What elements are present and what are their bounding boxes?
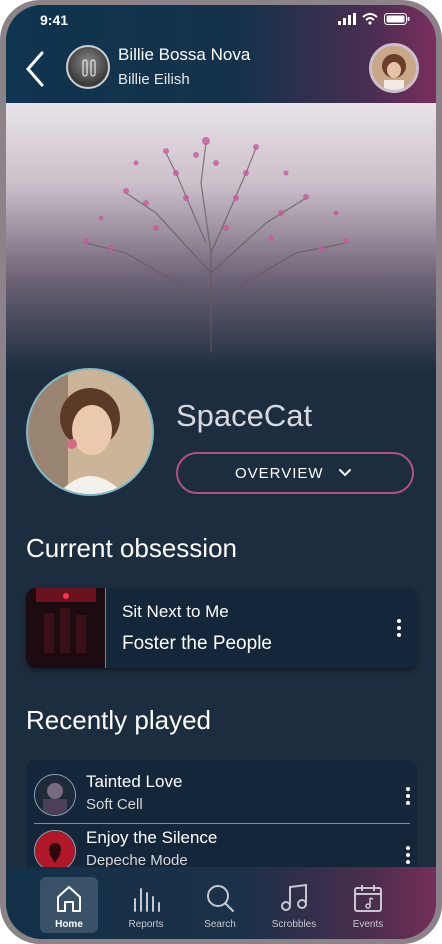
phone-frame: 9:41 Billie Bossa Nova Billie Eilish Spa… [0,0,442,944]
search-icon [207,885,234,912]
list-item[interactable]: Tainted Love Soft Cell [26,768,417,818]
pause-icon [82,59,96,77]
chevron-down-icon [339,469,351,477]
recently-played-list: Tainted Love Soft Cell Enjoy the Silence… [26,760,417,880]
profile-avatar[interactable] [26,368,154,496]
nav-home-label: Home [55,919,83,930]
more-options-icon[interactable] [394,619,404,641]
signal-icon [338,13,356,25]
now-playing-artist: Billie Eilish [118,71,190,88]
cover-image [35,831,75,871]
nav-search-label: Search [204,919,236,930]
track-cover [34,774,76,816]
nav-events-label: Events [352,919,384,930]
now-playing-header: 9:41 Billie Bossa Nova Billie Eilish [6,5,436,103]
status-bar: 9:41 [6,5,436,35]
nav-scrobbles[interactable]: Scrobbles [260,877,328,933]
profile-banner [6,103,436,373]
nav-scrobbles-label: Scrobbles [271,919,317,930]
more-options-icon[interactable] [403,846,413,868]
more-options-icon[interactable] [403,787,413,809]
bottom-navigation: Home Reports Search Scrobbles Events [6,867,436,939]
overview-dropdown[interactable]: OVERVIEW [176,452,414,494]
user-avatar-small[interactable] [369,43,419,93]
nav-home[interactable]: Home [40,877,98,933]
track-artist: Soft Cell [86,796,143,813]
status-icons [338,13,410,25]
app-screen: 9:41 Billie Bossa Nova Billie Eilish Spa… [6,5,436,939]
overview-label: OVERVIEW [235,465,324,482]
nav-reports-label: Reports [128,919,164,930]
back-button[interactable] [20,49,50,89]
music-note-icon [281,883,307,911]
chevron-left-icon [26,51,44,87]
wifi-icon [362,13,378,25]
cover-image [35,775,75,815]
nav-reports[interactable]: Reports [112,877,180,933]
now-playing-title[interactable]: Billie Bossa Nova [118,45,250,65]
album-cover-image [26,588,105,668]
track-title: Enjoy the Silence [86,828,218,847]
flower-branch-image [83,137,349,353]
status-time: 9:41 [40,12,69,28]
track-album-art [26,588,106,668]
obsession-track-artist: Foster the People [122,633,272,654]
track-title: Tainted Love [86,772,183,791]
calendar-icon [354,885,382,912]
battery-icon [384,13,410,25]
recently-played-heading: Recently played [26,705,211,735]
profile-username: SpaceCat [176,398,313,433]
current-obsession-heading: Current obsession [26,533,237,563]
avatar-photo [372,46,416,90]
now-playing-album-art[interactable] [66,45,110,89]
obsession-track-title: Sit Next to Me [122,602,229,621]
track-cover [34,830,76,872]
nav-search[interactable]: Search [186,877,254,933]
home-icon [57,886,81,912]
nav-events[interactable]: Events [334,877,402,933]
profile-photo [28,370,152,494]
current-obsession-card[interactable]: Sit Next to Me Foster the People [26,588,417,668]
bars-icon [134,888,160,912]
